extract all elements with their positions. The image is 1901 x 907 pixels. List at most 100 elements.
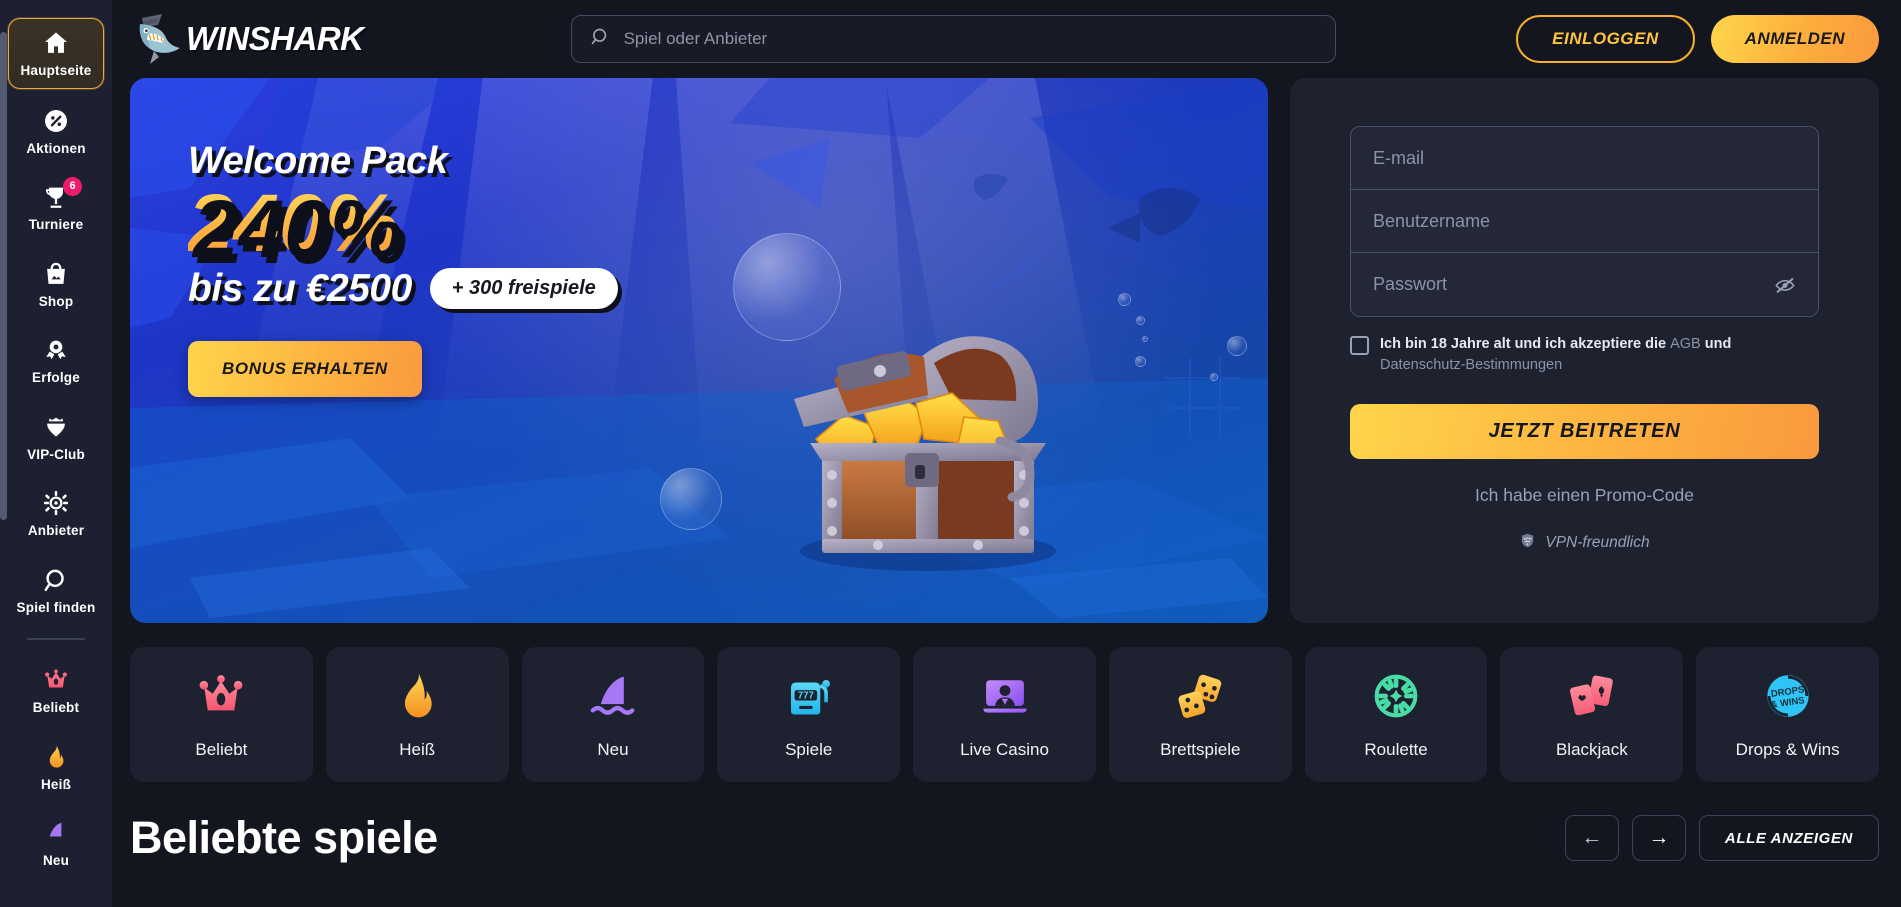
award-medal-icon [42, 336, 70, 364]
show-all-button[interactable]: ALLE ANZEIGEN [1698, 815, 1879, 861]
hero-row: Welcome Pack 240% bis zu €2500 + 300 fre… [112, 78, 1901, 623]
terms-link-agb[interactable]: AGB [1670, 336, 1701, 352]
sidebar-item-label: Beliebt [32, 700, 80, 715]
bubble [1135, 356, 1146, 367]
banner-freespins-badge: + 300 freispiele [429, 268, 618, 310]
live-dealer-icon [978, 669, 1032, 723]
promo-code-link[interactable]: Ich habe einen Promo-Code [1350, 485, 1819, 506]
category-tile-roulette[interactable]: Roulette [1304, 647, 1488, 782]
signup-panel: Ich bin 18 Jahre alt und ich akzeptiere … [1290, 78, 1879, 623]
arrow-right-icon[interactable]: → [1631, 815, 1686, 861]
sidebar-scrollbar[interactable] [0, 32, 7, 520]
username-input[interactable] [1373, 210, 1796, 232]
auth-buttons: EINLOGGEN ANMELDEN [1516, 15, 1879, 63]
sidebar-item-label: Erfolge [32, 370, 80, 385]
treasure-chest-illustration [738, 203, 1118, 583]
promo-banner[interactable]: Welcome Pack 240% bis zu €2500 + 300 fre… [130, 78, 1268, 623]
category-tile-brettspiele[interactable]: Brettspiele [1108, 647, 1292, 782]
bubble [660, 468, 722, 530]
dice-icon [1173, 669, 1227, 723]
category-tile-blackjack[interactable]: Blackjack [1500, 647, 1684, 782]
drops-and-wins-icon: DROPS & WINS [1761, 669, 1815, 723]
sidebar-item-label: Heiß [40, 776, 72, 792]
sidebar-item-heiss[interactable]: Heiß [8, 733, 104, 802]
login-button[interactable]: EINLOGGEN [1516, 15, 1695, 63]
crown-icon [42, 666, 70, 694]
join-now-button[interactable]: JETZT BEITRETEN [1350, 404, 1819, 460]
sidebar-item-aktionen[interactable]: Aktionen [8, 97, 104, 166]
password-input[interactable] [1373, 274, 1774, 295]
shark-fin-icon [42, 819, 70, 847]
terms-row: Ich bin 18 Jahre alt und ich akzeptiere … [1350, 334, 1819, 376]
banner-upto: bis zu €2500 [188, 266, 412, 310]
playing-cards-icon [1565, 669, 1619, 723]
banner-content: Welcome Pack 240% bis zu €2500 + 300 fre… [188, 140, 618, 397]
password-field-row[interactable] [1351, 253, 1818, 316]
category-tile-neu[interactable]: Neu [521, 647, 705, 782]
category-tile-heiss[interactable]: Heiß [325, 647, 509, 782]
category-tile-beliebt[interactable]: Beliebt [130, 647, 313, 782]
category-label: Drops & Wins [1735, 740, 1840, 759]
slot-machine-777-icon: 777 [782, 669, 836, 723]
bubble [1142, 336, 1148, 342]
sidebar-item-neu[interactable]: Neu [8, 809, 104, 878]
page-title: Beliebte spiele [130, 812, 438, 863]
sidebar-item-hauptseite[interactable]: Hauptseite [8, 18, 104, 89]
sidebar-item-turniere[interactable]: 6 Turniere [8, 173, 104, 242]
terms-text: Ich bin 18 Jahre alt und ich akzeptiere … [1380, 334, 1819, 376]
roulette-wheel-icon [1369, 669, 1423, 723]
sidebar-item-spiel-finden[interactable]: Spiel finden [8, 556, 104, 625]
crown-heart-icon [42, 413, 70, 441]
carousel-controls: ← → ALLE ANZEIGEN [1564, 815, 1879, 861]
sidebar-item-label: Hauptseite [20, 63, 92, 78]
eye-off-icon[interactable] [1774, 274, 1796, 296]
terms-prefix: Ich bin 18 Jahre alt und ich akzeptiere … [1380, 336, 1671, 352]
home-icon [42, 29, 70, 57]
shark-logo-icon [128, 10, 190, 68]
search-input[interactable] [623, 29, 1317, 49]
category-label: Neu [597, 740, 629, 759]
category-label: Roulette [1364, 740, 1428, 759]
category-tiles: Beliebt Heiß Neu 777 Spiele Live Casino … [112, 623, 1901, 782]
sidebar-item-label: Anbieter [27, 523, 85, 538]
vpn-label: VPN-freundlich [1545, 534, 1650, 552]
username-field-row[interactable] [1351, 190, 1818, 253]
category-tile-live-casino[interactable]: Live Casino [913, 647, 1096, 782]
terms-middle: und [1700, 336, 1732, 352]
sidebar-item-label: VIP-Club [27, 446, 85, 462]
sidebar: Hauptseite Aktionen 6 Turniere Shop Erfo… [0, 0, 112, 907]
sidebar-item-vip-club[interactable]: VIP-Club [8, 403, 104, 472]
flame-icon [390, 669, 444, 723]
category-tile-drops-and-wins[interactable]: DROPS & WINS Drops & Wins [1696, 647, 1880, 782]
arrow-left-icon[interactable]: ← [1564, 815, 1619, 861]
terms-checkbox[interactable] [1350, 336, 1369, 355]
search-icon [590, 26, 611, 52]
category-label: Spiele [785, 740, 833, 759]
app-root: Hauptseite Aktionen 6 Turniere Shop Erfo… [0, 0, 1901, 907]
category-tile-spiele[interactable]: 777 Spiele [717, 647, 901, 782]
bubble [1227, 336, 1247, 356]
banner-title: Welcome Pack [188, 140, 448, 182]
email-input[interactable] [1373, 147, 1796, 169]
sidebar-item-beliebt[interactable]: Beliebt [8, 656, 104, 725]
register-button[interactable]: ANMELDEN [1710, 15, 1879, 63]
search-icon [42, 566, 70, 594]
terms-link-privacy[interactable]: Datenschutz-Bestimmungen [1380, 357, 1562, 373]
email-field-row[interactable] [1351, 127, 1818, 190]
sidebar-item-anbieter[interactable]: Anbieter [8, 479, 104, 548]
brand-logo[interactable]: WINSHARK [128, 10, 390, 68]
svg-text:777: 777 [798, 691, 814, 702]
get-bonus-button[interactable]: BONUS ERHALTEN [188, 340, 422, 397]
sidebar-item-label: Turniere [28, 217, 84, 232]
shark-fin-icon [586, 669, 640, 723]
trophy-icon [42, 183, 70, 211]
bubble [1118, 293, 1131, 306]
search-box[interactable] [570, 15, 1336, 63]
sidebar-item-erfolge[interactable]: Erfolge [8, 326, 104, 395]
signup-fields [1350, 126, 1819, 317]
category-label: Beliebt [195, 740, 248, 759]
crown-icon [194, 669, 248, 723]
sidebar-item-shop[interactable]: Shop [8, 250, 104, 319]
search-area [390, 15, 1516, 63]
percent-circle-icon [42, 107, 70, 135]
